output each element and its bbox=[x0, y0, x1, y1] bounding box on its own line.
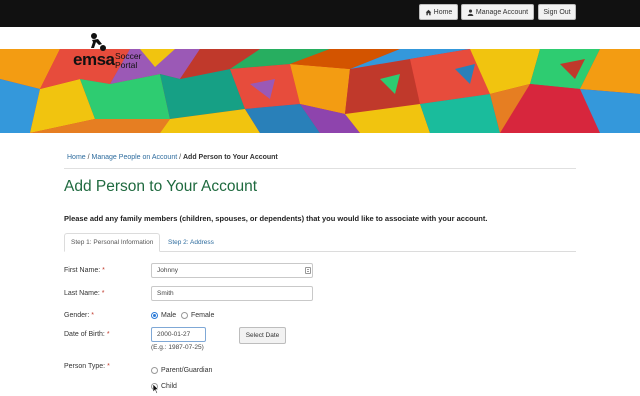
tab-personal-information[interactable]: Step 1: Personal Information bbox=[64, 233, 161, 252]
required-mark: * bbox=[101, 290, 105, 297]
dob-label: Date of Birth: * bbox=[64, 331, 110, 338]
home-icon bbox=[425, 9, 431, 15]
tab-address[interactable]: Step 2: Address bbox=[162, 233, 220, 252]
required-mark: * bbox=[107, 363, 110, 370]
person-type-option-parent[interactable]: Parent/Guardian bbox=[151, 367, 212, 374]
person-type-parent-label: Parent/Guardian bbox=[161, 367, 213, 374]
person-type-child-label: Child bbox=[161, 383, 177, 390]
person-type-parent-radio[interactable] bbox=[151, 367, 158, 374]
last-name-label-text: Last Name: bbox=[64, 290, 100, 297]
intro-text: Please add any family members (children,… bbox=[64, 214, 488, 223]
logo-wordmark: emsa bbox=[73, 50, 115, 69]
user-icon bbox=[467, 9, 474, 16]
manage-account-button[interactable]: Manage Account bbox=[461, 4, 534, 20]
site-logo[interactable]: emsa Soccer Portal bbox=[70, 30, 160, 76]
last-name-input[interactable] bbox=[151, 286, 313, 301]
breadcrumb-manage-link[interactable]: Manage People on Account bbox=[92, 154, 178, 161]
mouse-cursor-icon bbox=[153, 384, 159, 394]
gender-male-label: Male bbox=[161, 312, 177, 319]
divider bbox=[64, 168, 576, 169]
first-name-label: First Name: * bbox=[64, 267, 105, 274]
home-button[interactable]: Home bbox=[419, 4, 458, 20]
gender-male-radio[interactable] bbox=[151, 312, 158, 319]
required-mark: * bbox=[102, 267, 105, 274]
gender-label: Gender: * bbox=[64, 312, 94, 319]
top-navigation-bar: Home Manage Account Sign Out bbox=[0, 0, 640, 27]
logo-portal-line2: Portal bbox=[115, 60, 138, 70]
home-button-label: Home bbox=[433, 8, 453, 16]
gender-option-male[interactable]: Male bbox=[151, 312, 176, 319]
manage-account-label: Manage Account bbox=[475, 8, 529, 16]
person-type-label: Person Type: * bbox=[64, 363, 110, 370]
gender-option-female[interactable]: Female bbox=[181, 312, 214, 319]
first-name-input[interactable] bbox=[151, 263, 313, 278]
dob-input[interactable] bbox=[151, 327, 206, 342]
soccer-player-logo-icon bbox=[91, 33, 106, 51]
contact-card-icon bbox=[305, 267, 311, 274]
sign-out-button[interactable]: Sign Out bbox=[538, 4, 576, 20]
required-mark: * bbox=[106, 331, 110, 338]
breadcrumb-current: Add Person to Your Account bbox=[183, 154, 278, 161]
gender-label-text: Gender: bbox=[64, 312, 90, 319]
breadcrumb-home-link[interactable]: Home bbox=[67, 154, 86, 161]
select-date-button[interactable]: Select Date bbox=[239, 327, 286, 344]
dob-label-text: Date of Birth: bbox=[64, 331, 105, 338]
gender-female-radio[interactable] bbox=[181, 312, 188, 319]
last-name-label: Last Name: * bbox=[64, 290, 104, 297]
required-mark: * bbox=[91, 312, 94, 319]
first-name-label-text: First Name: bbox=[64, 267, 101, 274]
page-title: Add Person to Your Account bbox=[64, 178, 258, 195]
gender-female-label: Female bbox=[191, 312, 215, 319]
person-type-label-text: Person Type: bbox=[64, 363, 106, 370]
dob-hint: (E.g.: 1987-07-25) bbox=[151, 344, 204, 351]
logo-portal-text: Soccer Portal bbox=[115, 52, 141, 70]
breadcrumb: Home / Manage People on Account / Add Pe… bbox=[67, 154, 278, 161]
sign-out-label: Sign Out bbox=[543, 8, 571, 16]
